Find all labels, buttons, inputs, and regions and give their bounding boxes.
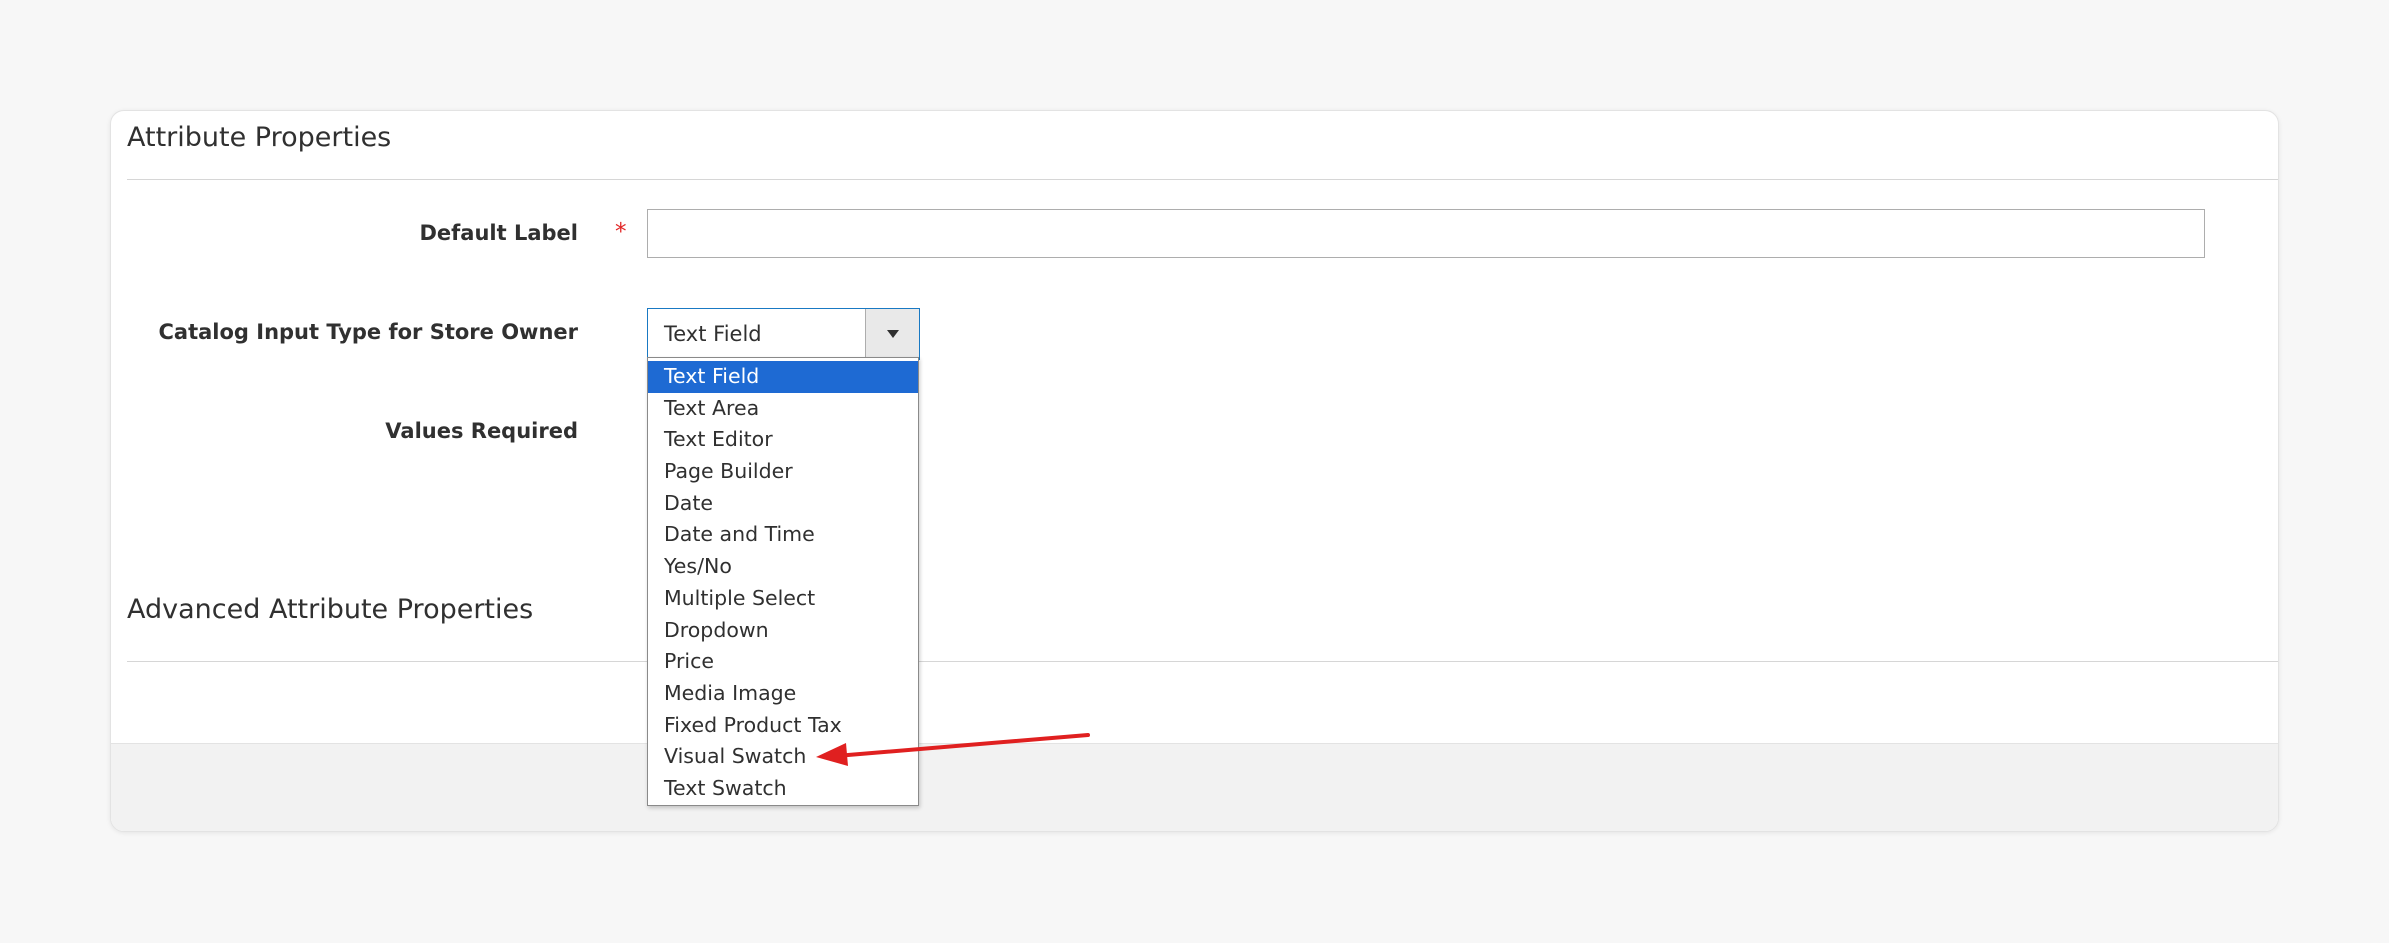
option-media-image[interactable]: Media Image: [648, 678, 918, 710]
option-text-editor[interactable]: Text Editor: [648, 424, 918, 456]
attribute-properties-panel: Attribute Properties Default Label * Cat…: [110, 110, 2279, 832]
input-type-dropdown-list[interactable]: Text Field Text Area Text Editor Page Bu…: [647, 357, 919, 806]
advanced-attribute-properties-title[interactable]: Advanced Attribute Properties: [127, 594, 533, 625]
option-dropdown[interactable]: Dropdown: [648, 615, 918, 647]
option-date[interactable]: Date: [648, 488, 918, 520]
default-label-label: Default Label: [419, 221, 578, 245]
section-divider: [127, 179, 2278, 180]
catalog-input-type-label: Catalog Input Type for Store Owner: [158, 320, 579, 344]
select-arrow-button[interactable]: [865, 309, 919, 359]
option-text-swatch[interactable]: Text Swatch: [648, 773, 918, 805]
option-price[interactable]: Price: [648, 646, 918, 678]
chevron-down-icon: [887, 330, 899, 338]
option-yes-no[interactable]: Yes/No: [648, 551, 918, 583]
catalog-input-type-select[interactable]: Text Field: [647, 308, 920, 360]
option-visual-swatch[interactable]: Visual Swatch: [648, 741, 918, 773]
default-label-input[interactable]: [647, 209, 2205, 258]
option-multiple-select[interactable]: Multiple Select: [648, 583, 918, 615]
select-current-value: Text Field: [664, 322, 762, 346]
option-text-field[interactable]: Text Field: [648, 361, 918, 393]
attribute-properties-title: Attribute Properties: [127, 122, 392, 153]
section-divider: [127, 661, 2278, 662]
panel-footer: [111, 743, 2278, 831]
required-star: *: [615, 219, 627, 245]
option-text-area[interactable]: Text Area: [648, 393, 918, 425]
option-fixed-product-tax[interactable]: Fixed Product Tax: [648, 710, 918, 742]
option-page-builder[interactable]: Page Builder: [648, 456, 918, 488]
option-date-and-time[interactable]: Date and Time: [648, 519, 918, 551]
values-required-label: Values Required: [385, 419, 578, 443]
